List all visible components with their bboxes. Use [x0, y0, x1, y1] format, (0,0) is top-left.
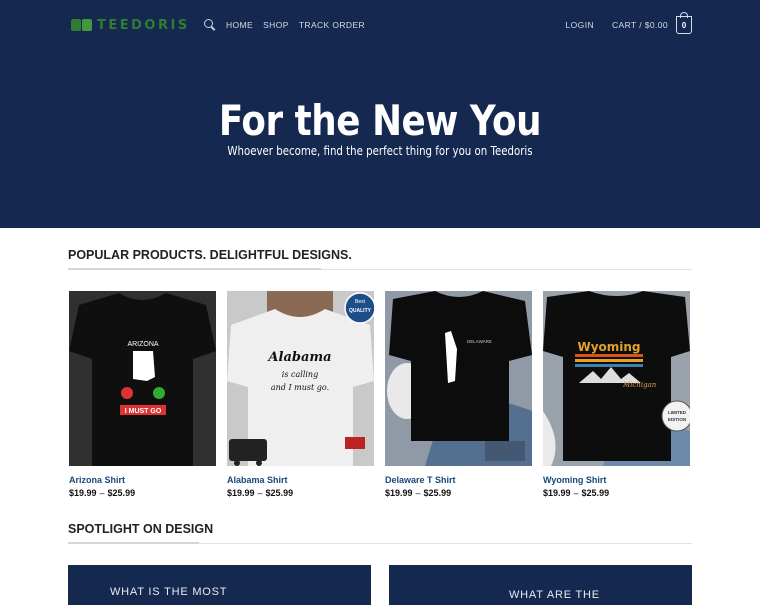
product-name[interactable]: Alabama Shirt: [227, 475, 374, 485]
nav-track-order[interactable]: TRACK ORDER: [299, 20, 365, 30]
search-icon[interactable]: [204, 19, 216, 31]
shirt-print-text: Michigan: [622, 381, 657, 389]
product-price: $19.99– $25.99: [69, 488, 136, 498]
badge-text: Best: [355, 299, 366, 305]
spotlight-heading: SPOTLIGHT ON DESIGN: [68, 522, 214, 536]
shirt-print-text: ARIZONA: [127, 341, 158, 348]
nav-shop[interactable]: SHOP: [263, 20, 289, 30]
product-name[interactable]: Delaware T Shirt: [385, 475, 532, 485]
product-card[interactable]: Alabama is calling and I must go. Best Q…: [227, 291, 374, 498]
product-card[interactable]: ARIZONA I MUST GO Arizona Shirt $19.99– $…: [69, 291, 216, 498]
main-nav: HOME SHOP TRACK ORDER: [204, 19, 365, 31]
product-price: $19.99– $25.99: [543, 488, 610, 498]
shirt-print-text: and I must go.: [271, 383, 329, 392]
login-link[interactable]: LOGIN: [566, 20, 594, 30]
cart-bag-icon[interactable]: 0: [676, 12, 692, 34]
logo[interactable]: TEEDORIS: [71, 17, 190, 33]
product-image[interactable]: Alabama is calling and I must go. Best Q…: [227, 291, 374, 466]
product-grid: ARIZONA I MUST GO Arizona Shirt $19.99– $…: [69, 291, 690, 498]
spotlight-divider: [68, 542, 692, 544]
product-price: $19.99– $25.99: [227, 488, 294, 498]
hero-banner: TEEDORIS HOME SHOP TRACK ORDER LOGIN CAR…: [0, 0, 760, 228]
logo-text: TEEDORIS: [97, 17, 190, 33]
shirt-print-text: is calling: [282, 370, 318, 379]
product-name[interactable]: Arizona Shirt: [69, 475, 216, 485]
product-image[interactable]: Wyoming Michigan LIMITED EDITION: [543, 291, 690, 466]
shirt-print-text: DELAWARE: [467, 339, 492, 344]
cart-count: 0: [681, 20, 687, 30]
popular-divider: [68, 268, 692, 270]
badge-text: EDITION: [668, 417, 686, 422]
shirt-logo-icon: [71, 17, 93, 33]
popular-heading: POPULAR PRODUCTS. DELIGHTFUL DESIGNS.: [68, 248, 352, 262]
product-card[interactable]: DELAWARE Delaware T Shirt $19.99– $25.99: [385, 291, 532, 498]
spotlight-card-left[interactable]: WHAT IS THE MOST: [68, 565, 371, 605]
product-card[interactable]: Wyoming Michigan LIMITED EDITION Wyoming…: [543, 291, 690, 498]
spotlight-card-title: WHAT ARE THE: [509, 589, 600, 601]
shirt-print-text: Wyoming: [577, 340, 640, 354]
badge-text: LIMITED: [668, 410, 687, 415]
badge-text: QUALITY: [349, 308, 372, 314]
product-name[interactable]: Wyoming Shirt: [543, 475, 690, 485]
shirt-print-text: I MUST GO: [125, 408, 162, 415]
product-price: $19.99– $25.99: [385, 488, 452, 498]
hero-subtitle: Whoever become, find the perfect thing f…: [227, 144, 533, 158]
cart-link[interactable]: CART / $0.00: [612, 20, 668, 30]
spotlight-card-title: WHAT IS THE MOST: [110, 586, 228, 598]
account-nav: LOGIN CART / $0.00 0: [566, 12, 692, 34]
nav-home[interactable]: HOME: [226, 20, 253, 30]
shirt-print-text: Alabama: [266, 350, 331, 365]
hero-title: For the New You: [218, 96, 542, 145]
product-image[interactable]: ARIZONA I MUST GO: [69, 291, 216, 466]
product-image[interactable]: DELAWARE: [385, 291, 532, 466]
spotlight-card-right[interactable]: WHAT ARE THE: [389, 565, 692, 605]
